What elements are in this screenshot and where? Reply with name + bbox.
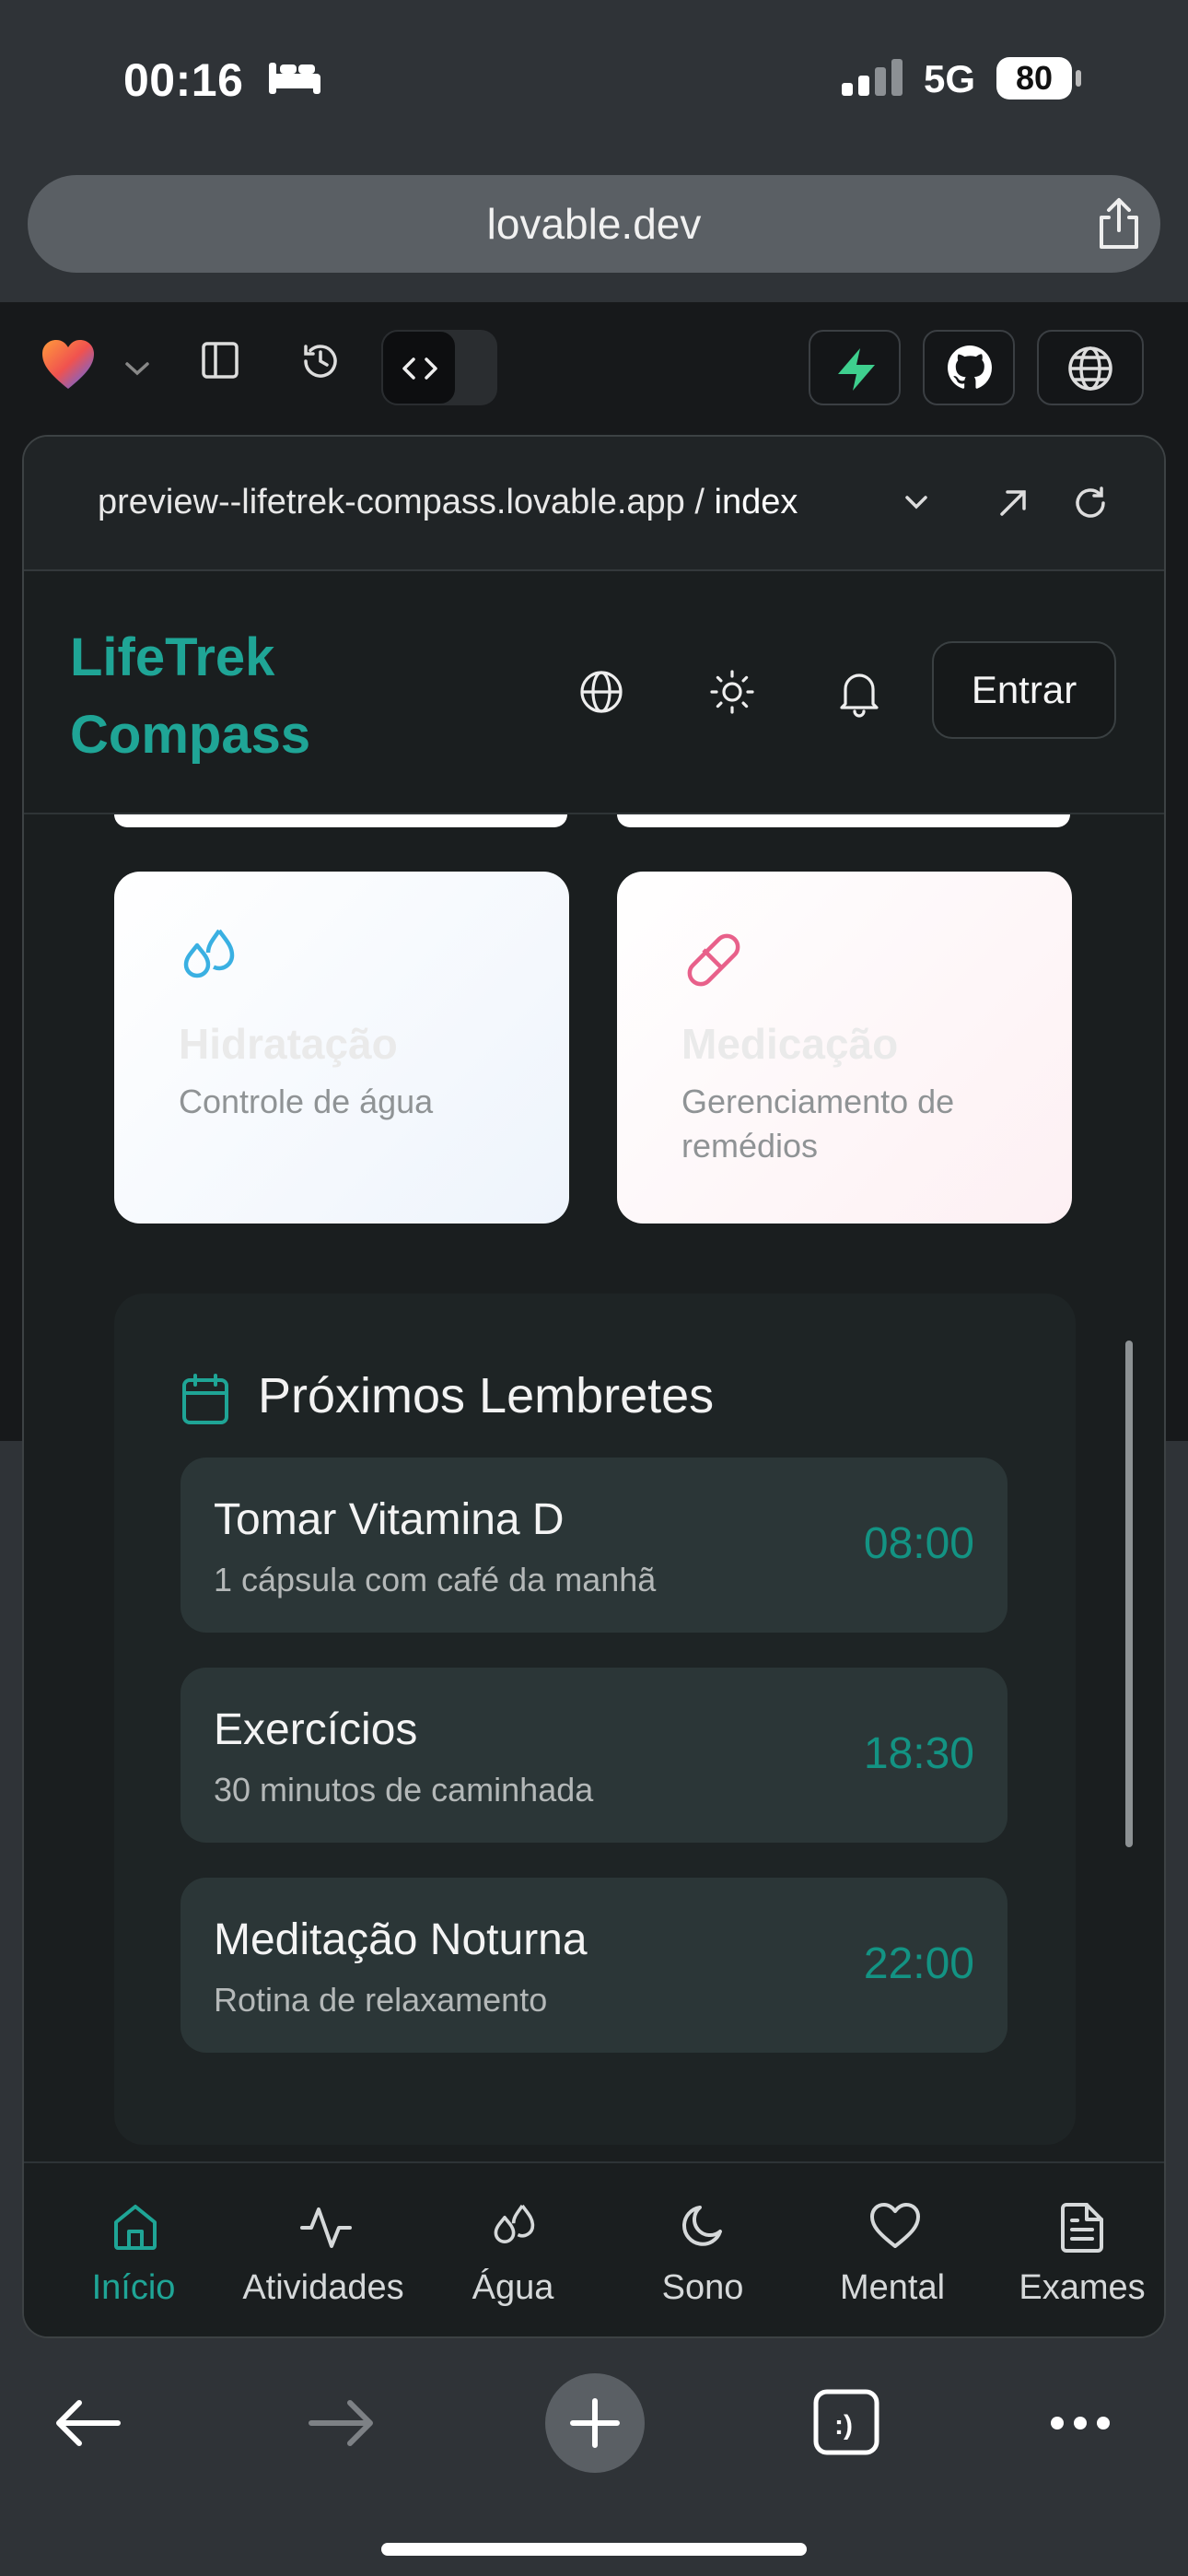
- reminder-subtitle: 30 minutos de caminhada: [214, 1771, 594, 1809]
- card-peek-right: [617, 814, 1070, 827]
- tabs-icon[interactable]: :): [812, 2388, 880, 2456]
- status-time: 00:16: [123, 54, 244, 106]
- code-view-button[interactable]: [381, 330, 457, 405]
- reminder-item[interactable]: Tomar Vitamina D 1 cápsula com café da m…: [181, 1458, 1007, 1633]
- share-icon[interactable]: [1094, 197, 1144, 251]
- hydration-card-title: Hidratação: [179, 1020, 398, 1068]
- reminder-subtitle: 1 cápsula com café da manhã: [214, 1561, 657, 1598]
- droplets-icon: [179, 927, 243, 989]
- nav-label: Sono: [661, 2268, 744, 2307]
- forward-arrow-icon[interactable]: [308, 2399, 376, 2447]
- theme-sun-icon[interactable]: [709, 669, 755, 715]
- home-indicator: [381, 2543, 807, 2556]
- nav-item-mental[interactable]: Mental: [798, 2163, 987, 2336]
- publish-button[interactable]: [1037, 330, 1144, 405]
- nav-item-atividades[interactable]: Atividades: [228, 2163, 418, 2336]
- language-globe-icon[interactable]: [578, 669, 624, 715]
- nav-item-inicio[interactable]: Início: [39, 2163, 228, 2336]
- calendar-icon: [181, 1373, 230, 1426]
- preview-url[interactable]: preview--lifetrek-compass.lovable.app / …: [98, 483, 798, 522]
- nav-label: Mental: [839, 2268, 946, 2307]
- nav-label: Exames: [1019, 2268, 1146, 2307]
- medication-card-subtitle: Gerenciamento de remédios: [681, 1083, 955, 1165]
- moon-icon: [680, 2202, 729, 2252]
- status-bar: 00:16 5G 80 lovable.dev: [0, 0, 1188, 273]
- svg-text::): :): [834, 2410, 853, 2441]
- reminder-time: 22:00: [863, 1939, 974, 1988]
- reminder-time: 18:30: [863, 1729, 974, 1778]
- activity-icon: [300, 2202, 352, 2252]
- open-external-icon[interactable]: [995, 485, 1031, 521]
- back-arrow-icon[interactable]: [53, 2399, 122, 2447]
- network-type: 5G: [924, 57, 976, 100]
- more-icon[interactable]: [1048, 2414, 1112, 2432]
- brand-line-2: Compass: [70, 705, 311, 765]
- bottom-navigation: Início Atividades Água Sono Mental Exame…: [24, 2161, 1164, 2336]
- hydration-card-subtitle: Controle de água: [179, 1083, 434, 1120]
- app-header: LifeTrek Compass Entrar: [24, 571, 1164, 814]
- reminder-item[interactable]: Meditação Noturna Rotina de relaxamento …: [181, 1878, 1007, 2053]
- app-logo[interactable]: LifeTrek Compass: [70, 619, 402, 774]
- preview-page[interactable]: index: [715, 483, 798, 521]
- history-icon[interactable]: [300, 341, 341, 381]
- medication-card[interactable]: Medicação Gerenciamento de remédios: [617, 872, 1072, 1224]
- preview-frame: preview--lifetrek-compass.lovable.app / …: [22, 435, 1166, 2338]
- url-bar[interactable]: lovable.dev: [28, 175, 1160, 273]
- reload-icon[interactable]: [1072, 485, 1109, 521]
- pill-icon: [681, 927, 746, 991]
- notifications-bell-icon[interactable]: [836, 669, 882, 719]
- lovable-logo-icon[interactable]: [41, 339, 96, 391]
- cellular-signal-icon: [840, 59, 904, 96]
- heart-icon: [869, 2202, 921, 2250]
- reminder-time: 08:00: [863, 1519, 974, 1568]
- nav-label: Água: [472, 2268, 554, 2307]
- url-text[interactable]: lovable.dev: [28, 175, 1160, 273]
- chevron-down-icon[interactable]: [123, 359, 151, 378]
- login-button[interactable]: Entrar: [932, 641, 1116, 739]
- reminder-item[interactable]: Exercícios 30 minutos de caminhada 18:30: [181, 1668, 1007, 1843]
- nav-item-sono[interactable]: Sono: [608, 2163, 798, 2336]
- reminder-title: Exercícios: [214, 1705, 418, 1754]
- reminder-title: Meditação Noturna: [214, 1915, 588, 1964]
- nav-label: Início: [91, 2268, 176, 2307]
- nav-item-agua[interactable]: Água: [418, 2163, 608, 2336]
- nav-label: Atividades: [242, 2268, 404, 2307]
- sidebar-toggle-icon[interactable]: [201, 341, 239, 380]
- reminder-title: Tomar Vitamina D: [214, 1495, 565, 1544]
- preview-domain: preview--lifetrek-compass.lovable.app /: [98, 483, 715, 521]
- new-tab-button[interactable]: [545, 2373, 645, 2473]
- scrollbar[interactable]: [1125, 1341, 1133, 1847]
- battery-icon: [1076, 70, 1081, 87]
- sleep-mode-icon: [267, 61, 322, 96]
- hydration-card[interactable]: Hidratação Controle de água: [114, 872, 569, 1224]
- reminders-panel: Próximos Lembretes Tomar Vitamina D 1 cá…: [114, 1294, 1076, 2145]
- preview-address-bar[interactable]: preview--lifetrek-compass.lovable.app / …: [24, 437, 1164, 571]
- page-chevron-down-icon[interactable]: [904, 494, 928, 510]
- brand-line-1: LifeTrek: [70, 627, 275, 687]
- home-icon: [111, 2202, 160, 2252]
- card-peek-left: [114, 814, 567, 827]
- github-button[interactable]: [923, 330, 1015, 405]
- medication-card-title: Medicação: [681, 1020, 899, 1068]
- reminder-subtitle: Rotina de relaxamento: [214, 1981, 548, 2019]
- battery-level: 80: [996, 57, 1072, 100]
- file-text-icon: [1059, 2202, 1105, 2254]
- reminders-title: Próximos Lembretes: [258, 1368, 715, 1423]
- nav-item-exames[interactable]: Exames: [987, 2163, 1164, 2336]
- droplets-icon: [490, 2202, 542, 2254]
- supabase-button[interactable]: [809, 330, 901, 405]
